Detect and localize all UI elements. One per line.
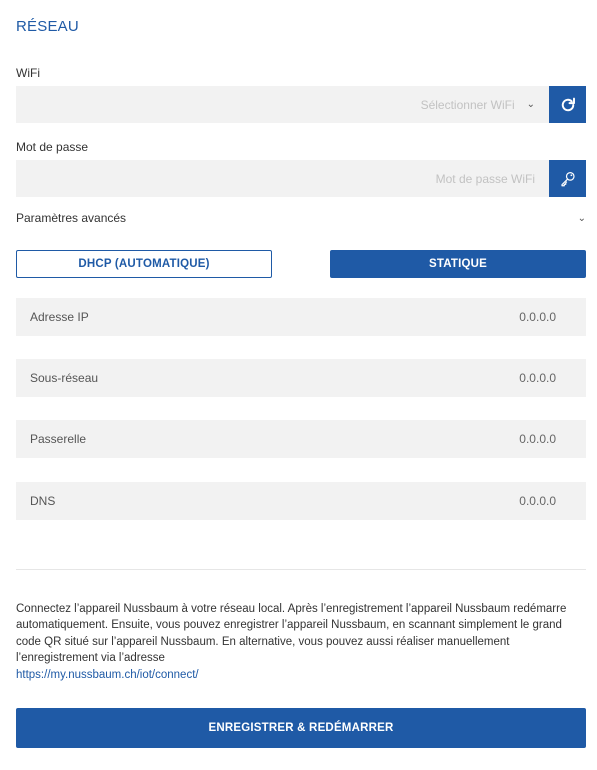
save-and-restart-button[interactable]: ENREGISTRER & REDÉMARRER bbox=[16, 708, 586, 748]
description-text: Connectez l’appareil Nussbaum à votre ré… bbox=[16, 603, 567, 665]
divider bbox=[16, 569, 586, 570]
description: Connectez l’appareil Nussbaum à votre ré… bbox=[16, 601, 588, 683]
subnet-field[interactable]: Sous-réseau 0.0.0.0 bbox=[16, 359, 586, 397]
wifi-label: WiFi bbox=[16, 66, 40, 80]
dns-label: DNS bbox=[30, 494, 56, 508]
gateway-label: Passerelle bbox=[30, 432, 87, 446]
key-button[interactable] bbox=[549, 160, 586, 197]
password-placeholder: Mot de passe WiFi bbox=[435, 171, 535, 186]
wifi-select-placeholder: Sélectionner WiFi bbox=[420, 97, 515, 112]
advanced-settings-label: Paramètres avancés bbox=[16, 211, 127, 225]
subnet-value: 0.0.0.0 bbox=[519, 371, 556, 385]
connect-link[interactable]: https://my.nussbaum.ch/iot/connect/ bbox=[16, 667, 588, 683]
password-input[interactable]: Mot de passe WiFi bbox=[16, 160, 549, 197]
wifi-select[interactable]: Sélectionner WiFi ⌄ bbox=[16, 86, 549, 123]
password-row: Mot de passe WiFi bbox=[16, 160, 586, 197]
ip-address-field[interactable]: Adresse IP 0.0.0.0 bbox=[16, 298, 586, 336]
static-button[interactable]: STATIQUE bbox=[330, 250, 586, 278]
wifi-row: Sélectionner WiFi ⌄ bbox=[16, 86, 586, 123]
dns-value: 0.0.0.0 bbox=[519, 494, 556, 508]
dhcp-button[interactable]: DHCP (AUTOMATIQUE) bbox=[16, 250, 272, 278]
subnet-label: Sous-réseau bbox=[30, 371, 99, 385]
refresh-wifi-button[interactable] bbox=[549, 86, 586, 123]
advanced-settings-toggle[interactable]: Paramètres avancés ⌄ bbox=[16, 210, 586, 226]
password-label: Mot de passe bbox=[16, 140, 89, 154]
refresh-icon bbox=[559, 96, 577, 114]
chevron-down-icon: ⌄ bbox=[577, 212, 586, 224]
ip-address-label: Adresse IP bbox=[30, 310, 89, 324]
gateway-value: 0.0.0.0 bbox=[519, 432, 556, 446]
dns-field[interactable]: DNS 0.0.0.0 bbox=[16, 482, 586, 520]
ip-address-value: 0.0.0.0 bbox=[519, 310, 556, 324]
gateway-field[interactable]: Passerelle 0.0.0.0 bbox=[16, 420, 586, 458]
key-icon bbox=[559, 170, 577, 188]
section-title: RÉSEAU bbox=[16, 18, 79, 35]
chevron-down-icon: ⌄ bbox=[526, 99, 535, 110]
